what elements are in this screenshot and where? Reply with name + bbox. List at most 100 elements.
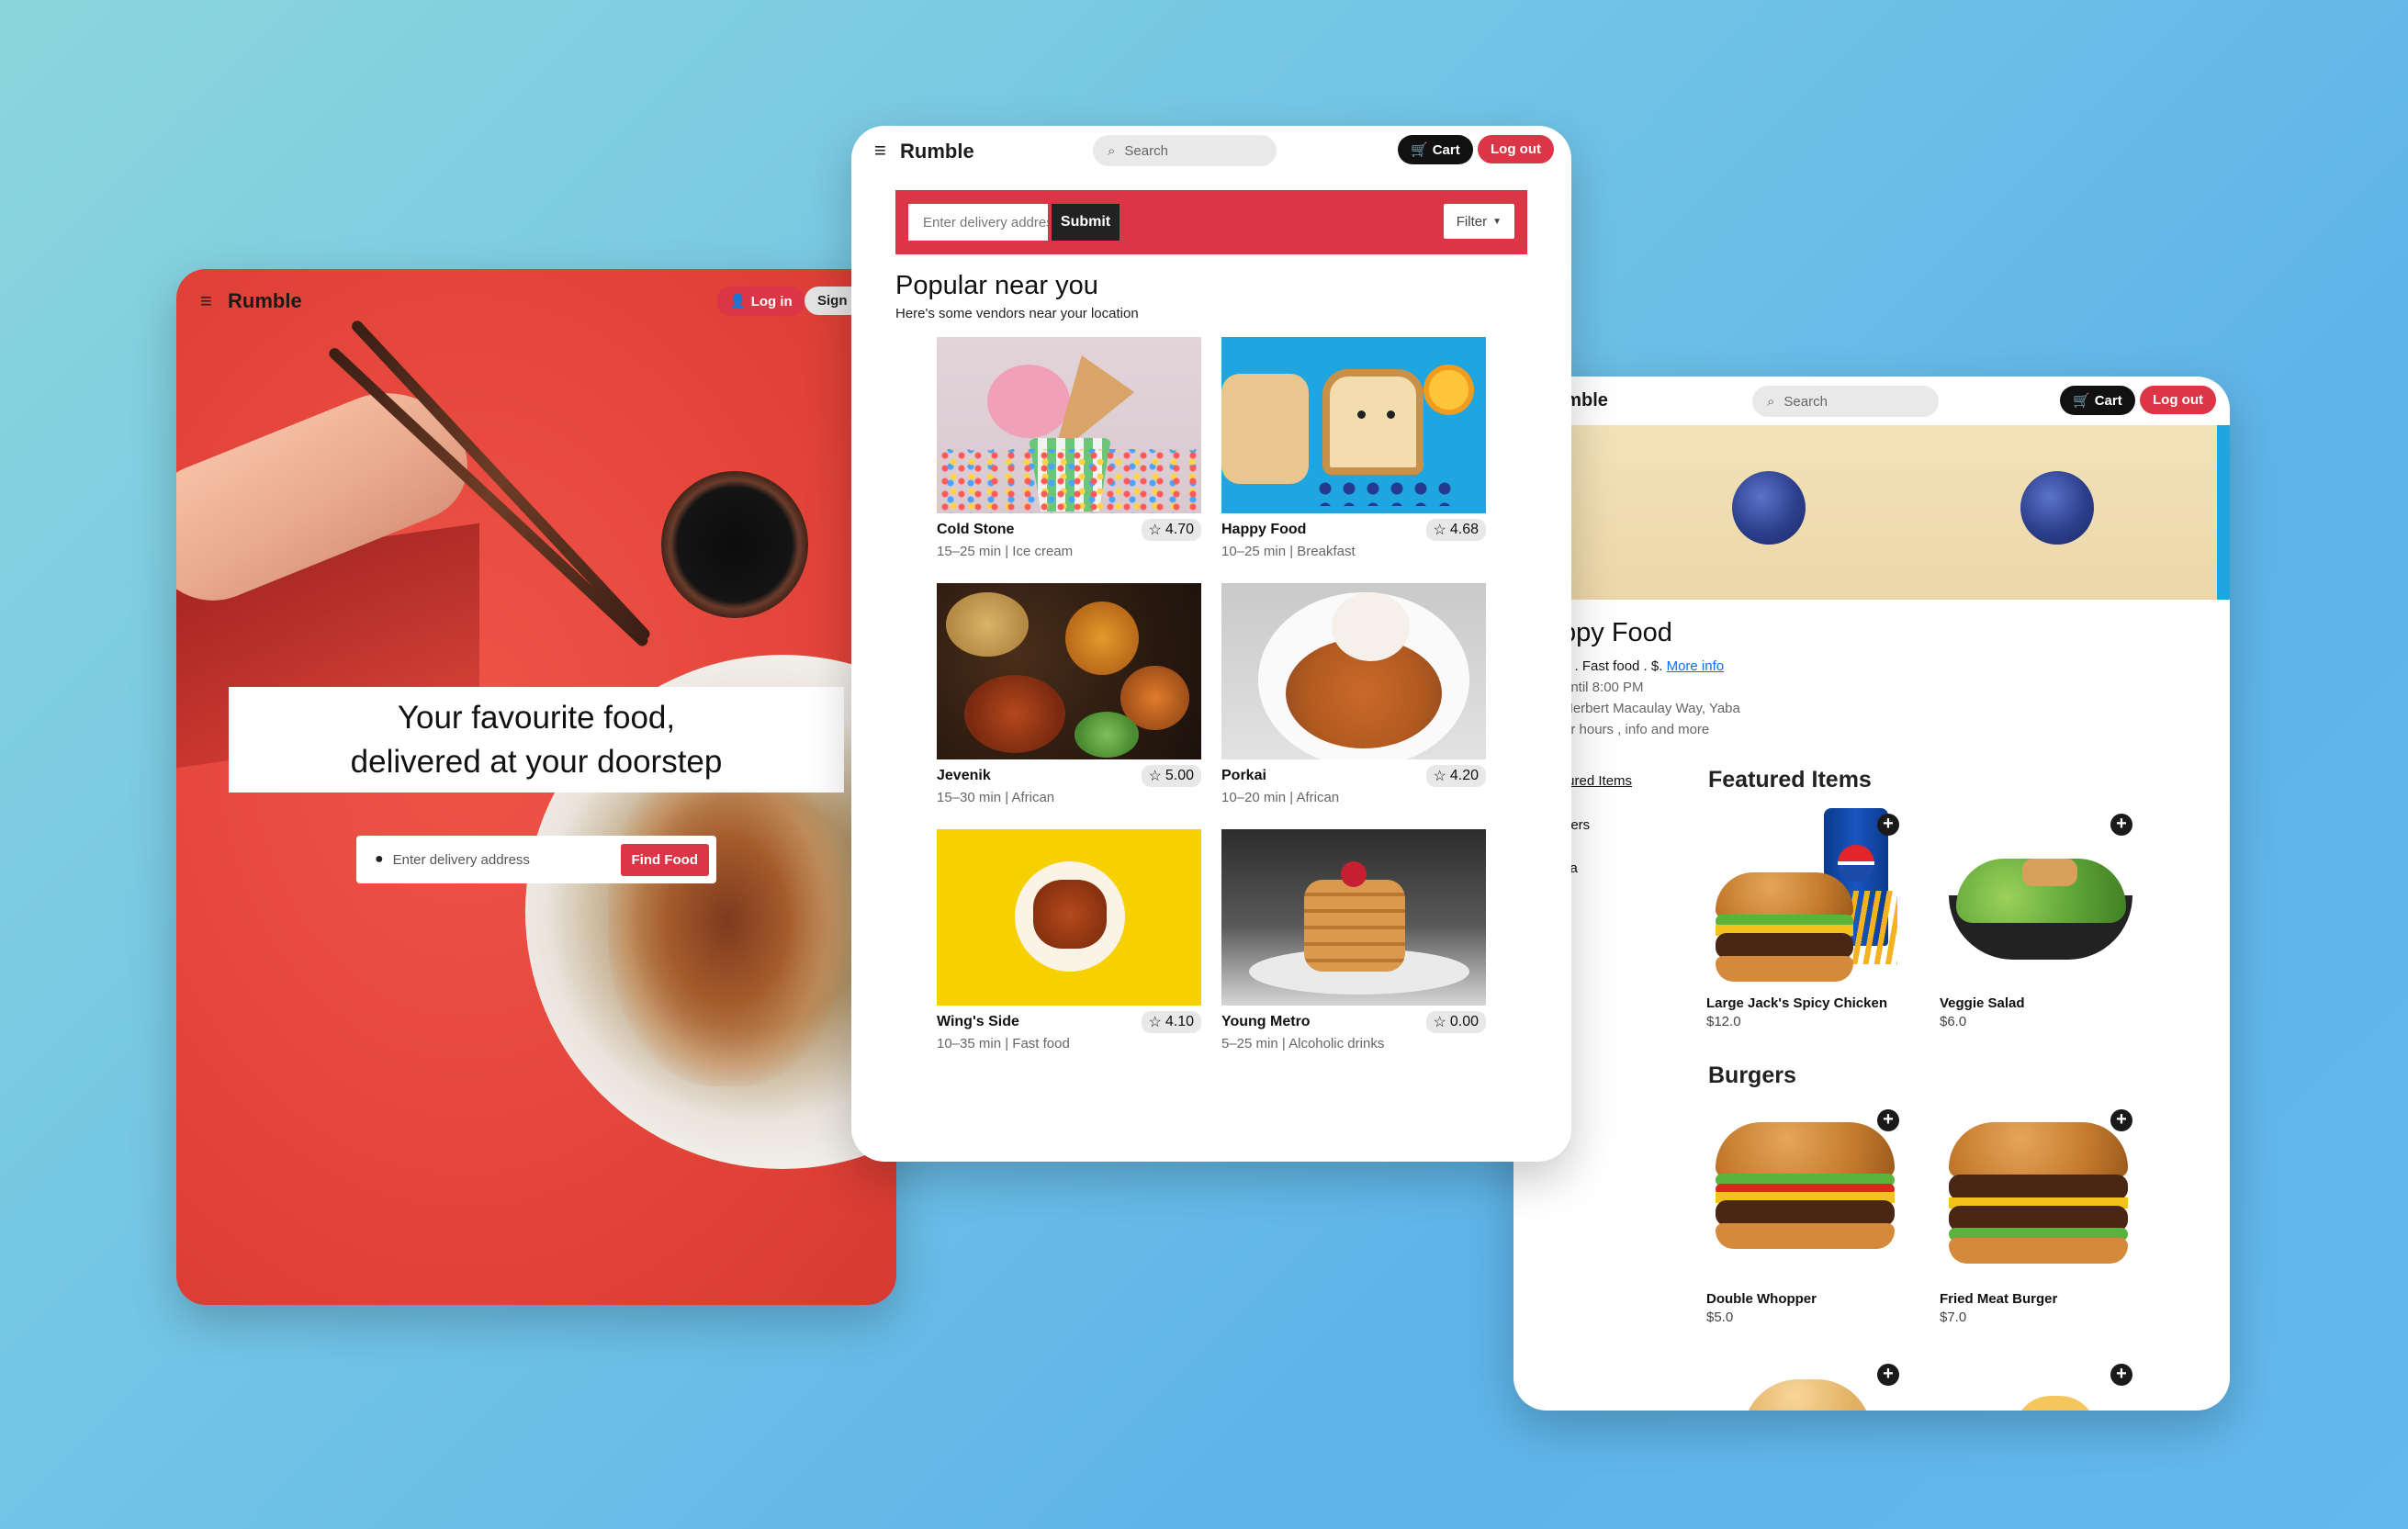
restaurant-hours: until 8:00 PM — [1563, 680, 1644, 695]
top-navbar: ≡ Rumble ⌕ Search 🛒 Cart Log out — [851, 126, 1571, 175]
vendor-name: Porkai — [1221, 768, 1266, 783]
menu-item-fried-meat-burger[interactable]: Fried Meat Burger $7.0 — [1940, 1104, 2142, 1325]
logout-label: Log out — [2153, 392, 2203, 408]
page-title: Popular near you — [895, 271, 1098, 300]
restaurant-info: 2 . Fast food . $. More info — [1563, 658, 1724, 674]
hamburger-icon[interactable]: ≡ — [874, 139, 902, 163]
rating-value: 4.70 — [1165, 522, 1194, 537]
item-name: Large Jack's Spicy Chicken — [1706, 995, 1887, 1011]
find-food-button[interactable]: Find Food — [620, 843, 709, 876]
food-garnish-image — [608, 756, 847, 1086]
cart-button[interactable]: 🛒 Cart — [2060, 386, 2135, 415]
delivery-address-input[interactable]: Enter delivery address — [393, 852, 621, 868]
rating-badge: ☆ 4.68 — [1425, 519, 1486, 541]
rating-value: 4.68 — [1449, 522, 1479, 537]
sidebar-item-featured[interactable]: tured Items — [1563, 773, 1632, 789]
landing-screen: ≡ Rumble 👤 Log in Sign u Your favourite … — [176, 269, 896, 1305]
brand-logo[interactable]: Rumble — [900, 140, 974, 163]
submit-button[interactable]: Submit — [1052, 204, 1120, 241]
vendor-name: Wing's Side — [937, 1014, 1019, 1029]
rating-badge: ☆ 4.70 — [1141, 519, 1201, 541]
item-price: $12.0 — [1706, 1014, 1741, 1029]
add-to-cart-icon[interactable]: + — [1877, 814, 1899, 836]
menu-item-large-jacks-spicy-chicken[interactable]: Large Jack's Spicy Chicken $12.0 — [1706, 808, 1908, 1029]
login-label: Log in — [750, 293, 793, 309]
item-price: $6.0 — [1940, 1014, 1967, 1029]
vendor-meta: 10–20 min | African — [1221, 790, 1340, 805]
logout-label: Log out — [1491, 141, 1541, 157]
address-filter-bar: Enter delivery address Submit Filter ▼ — [895, 190, 1527, 254]
rating-badge: ☆ 0.00 — [1425, 1011, 1486, 1033]
vendor-name: Jevenik — [937, 768, 991, 783]
hero-line-2: delivered at your doorstep — [350, 743, 723, 780]
rating-value: 0.00 — [1449, 1014, 1479, 1029]
search-input[interactable]: ⌕ Search — [1093, 135, 1277, 166]
restaurant-info-text: 2 . Fast food . $. — [1563, 658, 1663, 674]
search-icon: ⌕ — [1108, 142, 1116, 159]
filter-label: Filter — [1456, 213, 1488, 230]
vendor-card-jevenik[interactable]: Jevenik ☆ 5.00 15–30 min | African — [937, 583, 1201, 831]
logout-button[interactable]: Log out — [1478, 135, 1554, 163]
menu-item-double-whopper[interactable]: Double Whopper $5.0 — [1706, 1104, 1908, 1325]
vendor-card-cold-stone[interactable]: Cold Stone ☆ 4.70 15–25 min | Ice cream — [937, 337, 1201, 585]
item-image — [2014, 1396, 2097, 1411]
search-input[interactable]: ⌕ Search — [1752, 386, 1939, 417]
rating-badge: ☆ 4.20 — [1425, 765, 1486, 787]
section-title-burgers: Burgers — [1708, 1062, 1796, 1088]
logout-button[interactable]: Log out — [2140, 386, 2216, 414]
star-icon: ☆ — [1148, 523, 1162, 538]
section-title-featured: Featured Items — [1708, 767, 1872, 793]
star-icon: ☆ — [1148, 1015, 1162, 1030]
item-name: Veggie Salad — [1940, 995, 2025, 1011]
restaurant-hours-note: or hours , info and more — [1563, 722, 1710, 737]
rating-badge: ☆ 4.10 — [1141, 1011, 1201, 1033]
item-price: $7.0 — [1940, 1310, 1967, 1325]
search-placeholder: Search — [1124, 142, 1168, 159]
login-button[interactable]: 👤 Log in — [716, 287, 805, 316]
vendor-meta: 10–35 min | Fast food — [937, 1036, 1070, 1051]
item-image — [1706, 808, 1908, 992]
item-image — [1940, 808, 2142, 992]
search-icon: ⌕ — [1767, 393, 1775, 410]
cart-label: Cart — [2094, 392, 2122, 409]
vendor-card-wings-side[interactable]: Wing's Side ☆ 4.10 10–35 min | Fast food — [937, 829, 1201, 1077]
vendor-card-happy-food[interactable]: Happy Food ☆ 4.68 10–25 min | Breakfast — [1221, 337, 1486, 585]
add-to-cart-icon[interactable]: + — [2110, 1364, 2132, 1386]
vendor-image — [937, 337, 1201, 513]
vendor-meta: 5–25 min | Alcoholic drinks — [1221, 1036, 1385, 1051]
rating-badge: ☆ 5.00 — [1141, 765, 1201, 787]
location-pin-icon: ● — [375, 851, 384, 867]
star-icon: ☆ — [1433, 1015, 1446, 1030]
vendor-meta: 10–25 min | Breakfast — [1221, 544, 1356, 559]
item-image — [1706, 1104, 1908, 1287]
restaurant-screen: umble ⌕ Search 🛒 Cart Log out ppy Food 2… — [1513, 377, 2230, 1411]
vendor-image — [937, 829, 1201, 1006]
add-to-cart-icon[interactable]: + — [1877, 1109, 1899, 1131]
delivery-address-form: ● Enter delivery address Find Food — [356, 836, 716, 883]
page-subtitle: Here's some vendors near your location — [895, 306, 1139, 321]
brand-logo[interactable]: Rumble — [228, 289, 302, 313]
vendor-image — [1221, 337, 1486, 513]
vendor-name: Cold Stone — [937, 522, 1015, 537]
more-info-link[interactable]: More info — [1667, 658, 1725, 674]
star-icon: ☆ — [1148, 769, 1162, 784]
user-icon: 👤 — [729, 294, 747, 309]
add-to-cart-icon[interactable]: + — [1877, 1364, 1899, 1386]
item-image — [1940, 1104, 2142, 1287]
add-to-cart-icon[interactable]: + — [2110, 814, 2132, 836]
hero-line-1: Your favourite food, — [397, 700, 676, 736]
vendor-meta: 15–25 min | Ice cream — [937, 544, 1074, 559]
cart-icon: 🛒 — [2073, 393, 2090, 409]
filter-dropdown[interactable]: Filter ▼ — [1443, 204, 1514, 239]
vendor-card-porkai[interactable]: Porkai ☆ 4.20 10–20 min | African — [1221, 583, 1486, 831]
hero-banner: Your favourite food, delivered at your d… — [229, 687, 844, 793]
vendors-screen: ≡ Rumble ⌕ Search 🛒 Cart Log out Enter d… — [851, 126, 1571, 1162]
cart-button[interactable]: 🛒 Cart — [1398, 135, 1473, 164]
vendor-card-young-metro[interactable]: Young Metro ☆ 0.00 5–25 min | Alcoholic d… — [1221, 829, 1486, 1077]
add-to-cart-icon[interactable]: + — [2110, 1109, 2132, 1131]
delivery-address-input[interactable]: Enter delivery address — [908, 204, 1048, 241]
item-price: $5.0 — [1706, 1310, 1734, 1325]
hamburger-icon[interactable]: ≡ — [200, 289, 228, 313]
menu-item-veggie-salad[interactable]: Veggie Salad $6.0 — [1940, 808, 2142, 1029]
cart-icon: 🛒 — [1411, 142, 1428, 158]
